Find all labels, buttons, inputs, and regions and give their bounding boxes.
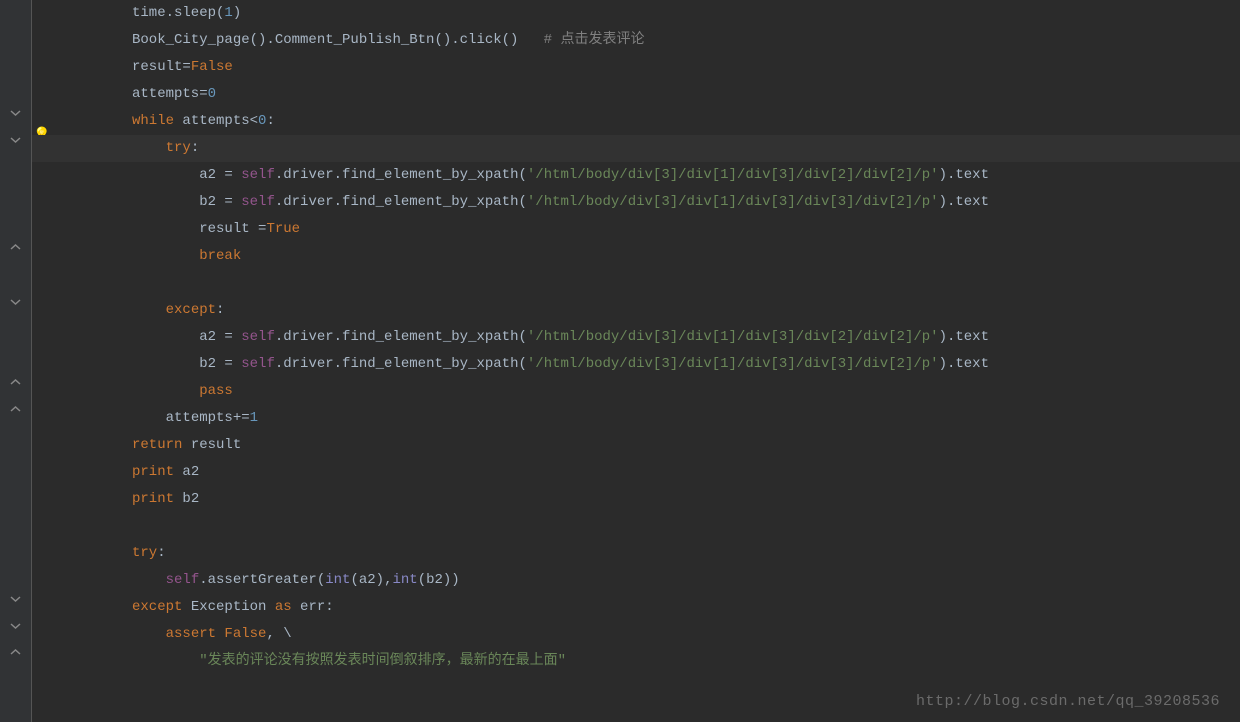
code-line[interactable]: print b2: [32, 486, 1240, 513]
code-line[interactable]: except:: [32, 297, 1240, 324]
fold-end-icon[interactable]: [10, 242, 21, 258]
code-line[interactable]: a2 = self.driver.find_element_by_xpath('…: [32, 162, 1240, 189]
code-line[interactable]: time.sleep(1): [32, 0, 1240, 27]
fold-end-icon[interactable]: [10, 377, 21, 393]
code-line[interactable]: [32, 270, 1240, 297]
gutter: 💡: [0, 0, 32, 722]
code-line[interactable]: b2 = self.driver.find_element_by_xpath('…: [32, 189, 1240, 216]
fold-end-icon[interactable]: [10, 647, 21, 663]
fold-marker-icon[interactable]: [10, 296, 21, 312]
code-line[interactable]: break: [32, 243, 1240, 270]
code-line[interactable]: try:: [32, 540, 1240, 567]
code-line[interactable]: "发表的评论没有按照发表时间倒叙排序，最新的在最上面": [32, 648, 1240, 675]
code-line[interactable]: Book_City_page().Comment_Publish_Btn().c…: [32, 27, 1240, 54]
fold-end-icon[interactable]: [10, 404, 21, 420]
fold-marker-icon[interactable]: [10, 593, 21, 609]
editor-container: 💡 time.sleep(1) Book_City_page().Comment…: [0, 0, 1240, 722]
fold-marker-icon[interactable]: [10, 620, 21, 636]
code-line[interactable]: pass: [32, 378, 1240, 405]
code-line[interactable]: assert False, \: [32, 621, 1240, 648]
code-line[interactable]: while attempts<0:: [32, 108, 1240, 135]
code-line[interactable]: a2 = self.driver.find_element_by_xpath('…: [32, 324, 1240, 351]
fold-marker-icon[interactable]: [10, 107, 21, 123]
code-line[interactable]: [32, 513, 1240, 540]
code-line[interactable]: attempts=0: [32, 81, 1240, 108]
code-line[interactable]: result=False: [32, 54, 1240, 81]
code-line-current[interactable]: try:: [32, 135, 1240, 162]
watermark-text: http://blog.csdn.net/qq_39208536: [916, 693, 1220, 710]
code-line[interactable]: attempts+=1: [32, 405, 1240, 432]
code-line[interactable]: except Exception as err:: [32, 594, 1240, 621]
code-line[interactable]: self.assertGreater(int(a2),int(b2)): [32, 567, 1240, 594]
code-line[interactable]: result =True: [32, 216, 1240, 243]
code-area[interactable]: time.sleep(1) Book_City_page().Comment_P…: [32, 0, 1240, 722]
fold-marker-icon[interactable]: [10, 134, 21, 150]
code-line[interactable]: return result: [32, 432, 1240, 459]
code-line[interactable]: print a2: [32, 459, 1240, 486]
code-line[interactable]: b2 = self.driver.find_element_by_xpath('…: [32, 351, 1240, 378]
